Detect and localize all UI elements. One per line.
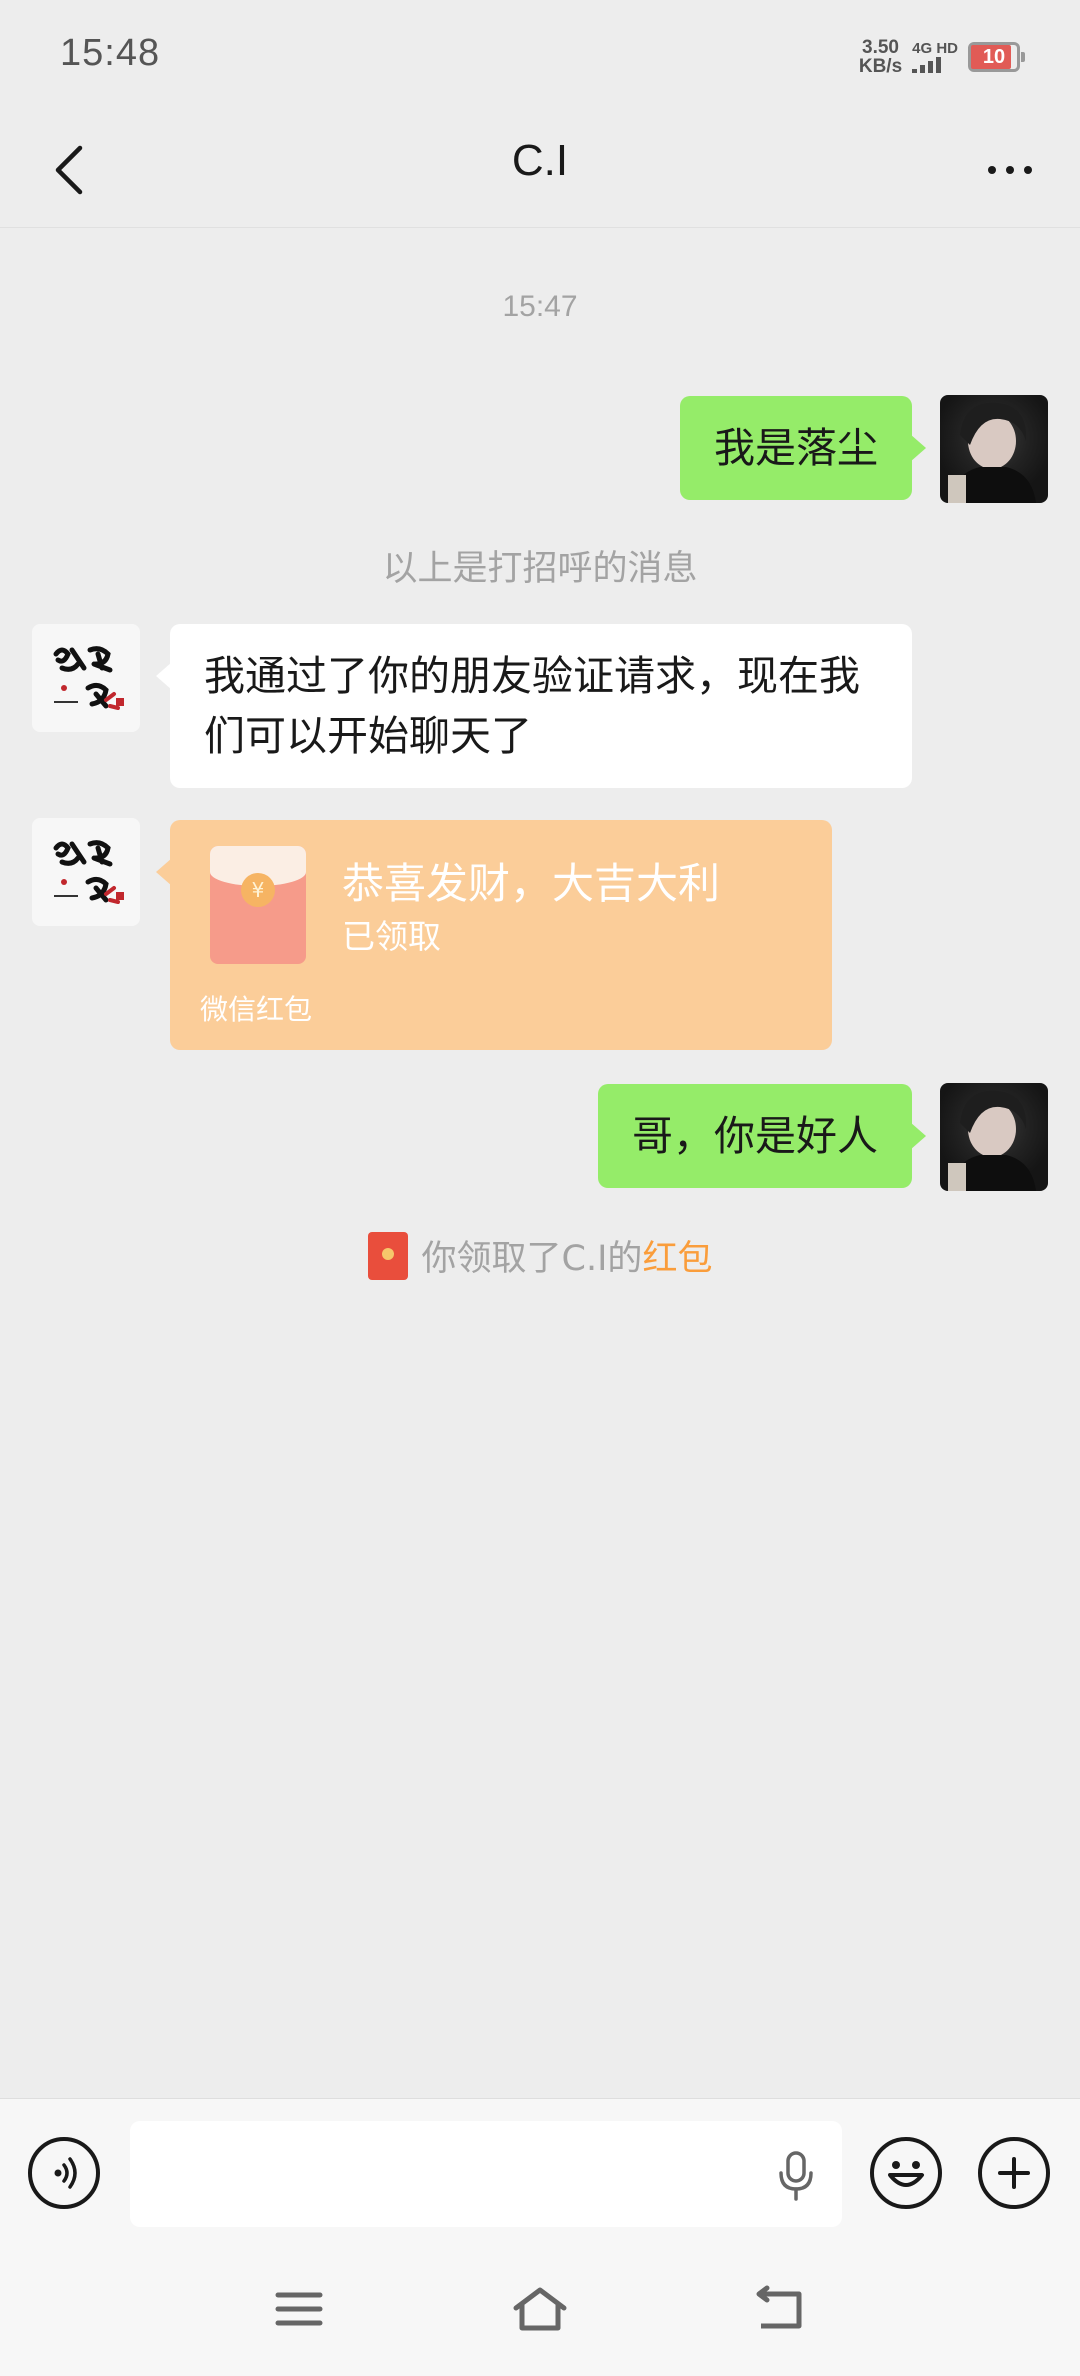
mic-icon[interactable] [776,2149,816,2203]
red-envelope-small-icon [367,1231,408,1280]
menu-icon [275,2292,323,2326]
message-input[interactable] [130,2121,842,2227]
chat-header: C.I [0,110,1080,228]
person-photo-icon [948,1090,1036,1191]
received-note-text: 你领取了C.I的 [421,1239,643,1279]
network-speed: 3.50 KB/s [859,38,902,76]
back-nav-icon [756,2285,802,2329]
red-packet-card[interactable]: ¥ 恭喜发财，大吉大利 已领取 微信红包 [156,820,832,1050]
sent-message-reply[interactable]: 哥，你是好人 [598,1084,926,1188]
system-navigation [0,2238,1080,2376]
status-time: 15:48 [60,32,161,74]
chat-title: C.I [511,136,569,185]
my-avatar[interactable] [940,395,1048,503]
message-timestamp: 15:47 [502,290,578,323]
signal-bars [912,57,942,73]
red-packet-link[interactable]: 红包 [642,1239,712,1279]
menu-button[interactable] [264,2274,334,2344]
red-packet-footer: 微信红包 [200,993,313,1026]
emoji-icon [888,2161,924,2187]
network-speed-value: 3.50 [862,37,899,58]
red-packet-title: 恭喜发财，大吉大利 [342,859,721,908]
signal-icon: 4G HD [912,41,958,73]
emoji-button[interactable] [870,2137,942,2209]
coin-icon: ¥ [241,873,275,907]
calligraphy-logo-icon [53,840,124,904]
more-dots-icon [988,166,996,174]
status-bar: 15:48 3.50 KB/s 4G HD 10 [0,0,1080,110]
back-nav-button[interactable] [745,2274,815,2344]
battery-icon: 10 [968,42,1025,72]
input-bar [0,2098,1080,2238]
calligraphy-logo-icon [53,646,124,710]
network-type: 4G HD [912,40,958,57]
red-packet-received-note: 你领取了C.I的红包 [0,1230,1080,1281]
home-icon [513,2287,567,2331]
person-photo-icon [948,402,1036,503]
more-button[interactable] [970,130,1050,210]
red-packet-status: 已领取 [342,917,441,956]
my-avatar-2[interactable] [940,1083,1048,1191]
received-message-friend-accepted[interactable]: 我通过了你的朋友验证请求，现在我们可以开始聊天了 [156,624,912,788]
greeting-tip: 以上是打招呼的消息 [382,549,698,589]
status-icons: 3.50 KB/s 4G HD 10 [859,36,1025,78]
network-speed-unit: KB/s [858,56,903,77]
home-button[interactable] [505,2274,575,2344]
voice-icon [54,2157,77,2189]
red-envelope-icon: ¥ [210,846,306,964]
voice-toggle-button[interactable] [28,2137,100,2209]
plus-button[interactable] [978,2137,1050,2209]
sent-message-greeting[interactable]: 我是落尘 [680,396,926,500]
battery-level: 10 [982,45,1006,68]
friend-avatar[interactable] [32,624,140,732]
friend-avatar-2[interactable] [32,818,140,926]
